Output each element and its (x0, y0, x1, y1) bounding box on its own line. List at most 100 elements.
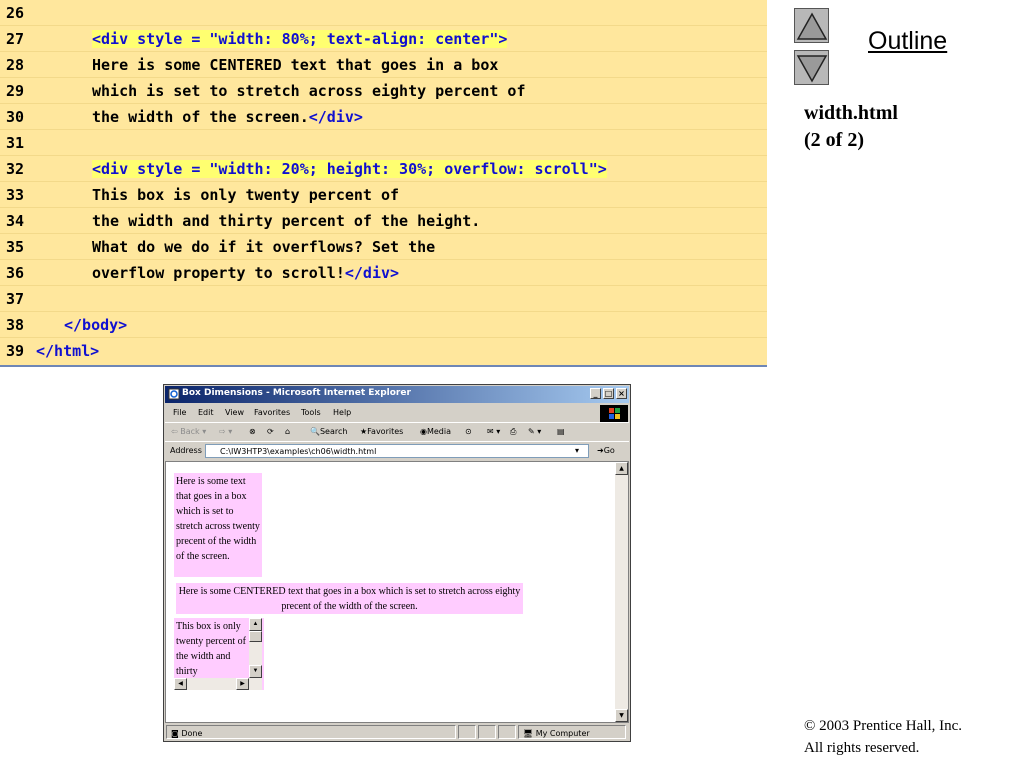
go-label: Go (603, 446, 615, 455)
code-line: 34 the width and thirty percent of the he… (0, 208, 767, 234)
centered-box: Here is some CENTERED text that goes in … (176, 583, 523, 614)
status-text: ◙ Done (171, 729, 203, 738)
copyright-line-2: All rights reserved. (804, 740, 920, 756)
line-number: 34 (6, 212, 25, 230)
code-segment: </html> (36, 342, 100, 360)
line-number: 30 (6, 108, 25, 126)
line-number: 29 (6, 82, 25, 100)
page-scroll-up-icon[interactable]: ▲ (615, 462, 628, 475)
code-text: </body> (64, 312, 127, 338)
code-text: What do we do if it overflows? Set the (92, 234, 435, 260)
code-line: 29 which is set to stretch across eighty … (0, 78, 767, 104)
code-line: 32 <div style = "width: 20%; height: 30%;… (0, 156, 767, 182)
code-line: 38 </body> (0, 312, 767, 338)
next-slide-button[interactable] (794, 50, 829, 85)
code-segment: This box is only twenty percent of (92, 186, 400, 204)
code-segment: which is set to stretch across eighty pe… (92, 82, 526, 100)
toolbar: ⇦ Back ▾ ⇨ ▾ ⊗ ⟳ ⌂ 🔍Search ★Favorites ◉M… (165, 422, 629, 440)
outline-link[interactable]: Outline (868, 27, 947, 56)
page-scroll-down-icon[interactable]: ▼ (615, 709, 628, 722)
scroll-right-arrow-icon[interactable]: ▶ (236, 678, 249, 690)
line-number: 27 (6, 30, 25, 48)
line-number: 33 (6, 186, 25, 204)
scroll-box-text: This box is only twenty percent of the w… (176, 621, 246, 677)
home-icon[interactable]: ⌂ (285, 427, 290, 436)
stop-icon[interactable]: ⊗ (249, 427, 256, 436)
code-line: 28 Here is some CENTERED text that goes i… (0, 52, 767, 78)
code-line: 27 <div style = "width: 80%; text-align: … (0, 26, 767, 52)
maximize-button[interactable]: □ (603, 388, 614, 399)
media-label: Media (426, 427, 452, 436)
menu-bar: File Edit View Favorites Tools Help (165, 405, 629, 422)
back-button[interactable]: ⇦ Back ▾ (171, 427, 206, 436)
windows-logo-icon (600, 405, 628, 422)
forward-button[interactable]: ⇨ ▾ (219, 427, 232, 436)
page-vertical-scrollbar[interactable]: ▲ ▼ (615, 462, 628, 722)
browser-window: Box Dimensions - Microsoft Internet Expl… (163, 384, 631, 742)
favorites-button[interactable]: ★Favorites (360, 427, 403, 436)
code-text: overflow property to scroll!</div> (92, 260, 399, 286)
zone-text: 🖥 My Computer (523, 729, 590, 738)
title-bar[interactable]: Box Dimensions - Microsoft Internet Expl… (165, 386, 629, 403)
scroll-box: This box is only twenty percent of the w… (174, 618, 264, 690)
menu-edit[interactable]: Edit (198, 408, 214, 417)
mail-icon[interactable]: ✉ ▾ (487, 427, 500, 436)
scroll-down-arrow-icon[interactable]: ▼ (249, 665, 262, 678)
line-number: 32 (6, 160, 25, 178)
page-content: Here is some text that goes in a box whi… (165, 461, 629, 723)
code-text: This box is only twenty percent of (92, 182, 399, 208)
copyright-line-1: © 2003 Prentice Hall, Inc. (804, 718, 963, 734)
code-segment: Here is some CENTERED text that goes in … (92, 56, 499, 74)
search-button[interactable]: 🔍Search (310, 427, 347, 436)
code-line: 33 This box is only twenty percent of (0, 182, 767, 208)
code-text: the width of the screen.</div> (92, 104, 363, 130)
back-label: Back (180, 427, 200, 436)
zone-panel: 🖥 My Computer (518, 725, 626, 739)
menu-tools[interactable]: Tools (301, 408, 321, 417)
scroll-box-horizontal-scrollbar[interactable]: ◀ ▶ (174, 678, 262, 690)
code-line: 26 (0, 0, 767, 26)
address-dropdown-icon[interactable]: ▾ (575, 446, 579, 455)
go-button[interactable]: ➜Go (597, 446, 615, 455)
code-line: 31 (0, 130, 767, 156)
code-text: which is set to stretch across eighty pe… (92, 78, 525, 104)
code-segment: </body> (64, 316, 128, 334)
file-name: width.html (804, 102, 898, 124)
close-button[interactable]: × (616, 388, 627, 399)
line-number: 37 (6, 290, 25, 308)
status-segment (478, 725, 496, 739)
address-label: Address (170, 446, 202, 455)
code-text: the width and thirty percent of the heig… (92, 208, 480, 234)
code-segment: the width of the screen. (92, 108, 309, 126)
code-closing-tag: </div> (308, 108, 363, 126)
address-input[interactable] (205, 444, 589, 458)
window-title: Box Dimensions - Microsoft Internet Expl… (182, 388, 411, 398)
discuss-icon[interactable]: ▤ (557, 427, 565, 436)
scroll-box-vertical-scrollbar[interactable]: ▲ ▼ (249, 618, 262, 678)
status-segment (498, 725, 516, 739)
scroll-up-arrow-icon[interactable]: ▲ (249, 618, 262, 631)
media-button[interactable]: ◉Media (420, 427, 451, 436)
menu-view[interactable]: View (225, 408, 244, 417)
menu-favorites[interactable]: Favorites (254, 408, 290, 417)
code-closing-tag: </div> (344, 264, 400, 282)
status-segment (458, 725, 476, 739)
minimize-button[interactable]: _ (590, 388, 601, 399)
print-icon[interactable]: ⎙ (510, 427, 516, 437)
edit-icon[interactable]: ✎ ▾ (528, 427, 541, 436)
menu-file[interactable]: File (173, 408, 186, 417)
menu-help[interactable]: Help (333, 408, 351, 417)
code-segment: What do we do if it overflows? Set the (92, 238, 436, 256)
scroll-thumb[interactable] (249, 631, 262, 642)
code-text: </html> (36, 338, 99, 364)
line-number: 39 (6, 342, 25, 360)
page-info: (2 of 2) (804, 129, 864, 151)
refresh-icon[interactable]: ⟳ (267, 427, 274, 436)
history-icon[interactable]: ⊙ (465, 427, 472, 436)
narrow-box: Here is some text that goes in a box whi… (174, 473, 262, 577)
scroll-left-arrow-icon[interactable]: ◀ (174, 678, 187, 690)
status-label: Done (181, 729, 203, 738)
previous-slide-button[interactable] (794, 8, 829, 43)
code-line: 36 overflow property to scroll!</div> (0, 260, 767, 286)
code-listing: 26 27 <div style = "width: 80%; text-align… (0, 0, 767, 367)
